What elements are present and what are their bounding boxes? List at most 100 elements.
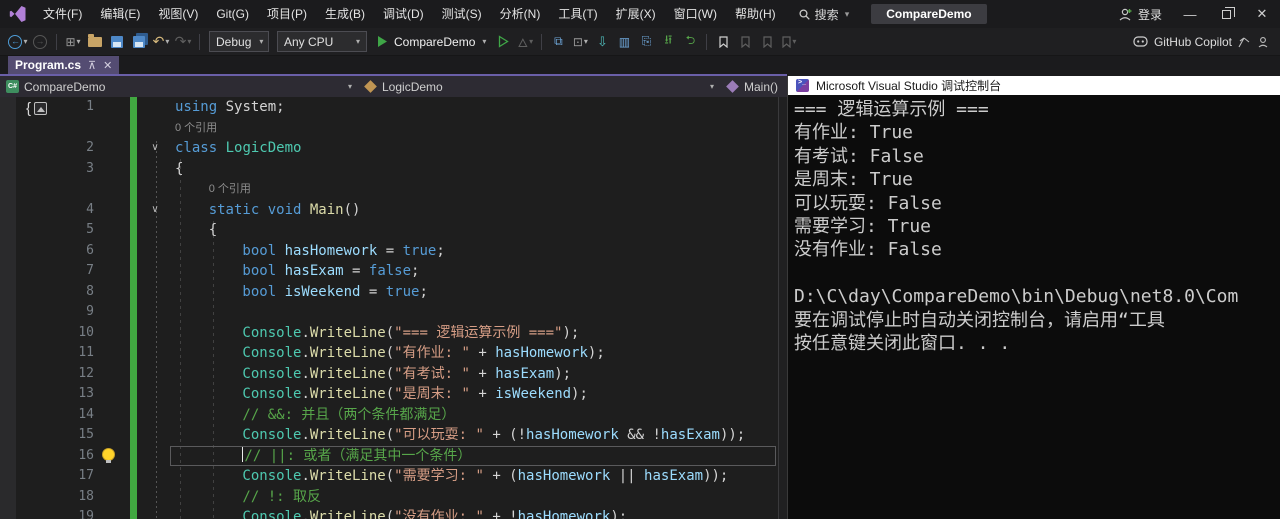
line-number: 15 — [78, 427, 94, 442]
code-line[interactable]: 7 bool hasExam = false; — [0, 261, 778, 282]
code-outline-brace-icon[interactable]: { — [26, 100, 48, 117]
code-line[interactable]: 9 — [0, 302, 778, 323]
minimize-button[interactable]: — — [1172, 0, 1208, 28]
navigate-forward-button[interactable]: → — [30, 31, 50, 53]
line-number: 18 — [78, 488, 94, 504]
code-line[interactable]: 18 // !: 取反 — [0, 487, 778, 508]
menu-item[interactable]: 编辑(E) — [91, 0, 149, 28]
line-number: 10 — [78, 324, 94, 340]
signin-label: 登录 — [1137, 7, 1162, 22]
solution-explorer-sync-button[interactable]: ⊡ ▾ — [570, 31, 590, 53]
code-line[interactable]: 15 Console.WriteLine("可以玩耍: " + (!hasHome… — [0, 425, 778, 446]
signin-button[interactable]: 登录 — [1109, 0, 1172, 28]
code-line[interactable]: 10 Console.WriteLine("=== 逻辑运算示例 ==="); — [0, 323, 778, 344]
code-line[interactable]: 4 ∨ static void Main() — [0, 200, 778, 221]
menu-item[interactable]: 测试(S) — [433, 0, 491, 28]
toggle-bookmark-button[interactable] — [713, 31, 733, 53]
console-title-bar[interactable]: Microsoft Visual Studio 调试控制台 — [788, 76, 1280, 95]
pin-tab-icon[interactable]: ⊼ — [88, 59, 96, 72]
code-line[interactable]: 8 bool isWeekend = true; — [0, 282, 778, 303]
breadcrumb-project-dropdown[interactable]: C# CompareDemo ▾ — [0, 76, 358, 97]
codelens-row[interactable]: 0 个引用 — [0, 118, 778, 139]
code-line[interactable]: 12 Console.WriteLine("有考试: " + hasExam); — [0, 364, 778, 385]
send-feedback-icon — [1238, 37, 1250, 47]
menu-item[interactable]: 视图(V) — [149, 0, 207, 28]
codelens-row[interactable]: 0 个引用 — [0, 179, 778, 200]
line-number: 5 — [86, 222, 94, 237]
code-line[interactable]: 16 // ||: 或者（满足其中一个条件） — [0, 445, 778, 466]
toolbar-separator — [541, 33, 543, 50]
method-icon — [726, 80, 739, 93]
menu-item[interactable]: 生成(B) — [316, 0, 374, 28]
open-file-button[interactable] — [85, 31, 105, 53]
copy-document-button[interactable]: ⎘ — [636, 31, 656, 53]
run-outline-icon — [498, 35, 509, 48]
start-debugging-button[interactable]: CompareDemo ▾ — [371, 35, 492, 49]
codelens-references[interactable]: 0 个引用 — [209, 179, 251, 200]
save-button[interactable] — [107, 31, 127, 53]
console-line: D:\C\day\CompareDemo\bin\Debug\net8.0\Co… — [794, 286, 1239, 308]
navigate-back-button[interactable]: ← ▾ — [8, 31, 28, 53]
restore-button[interactable] — [1208, 0, 1244, 28]
menu-item[interactable]: Git(G) — [207, 0, 258, 28]
code-line[interactable]: 13 Console.WriteLine("是周末: " + isWeekend)… — [0, 384, 778, 405]
code-line[interactable]: 19 Console.WriteLine("没有作业: " + !hasHomew… — [0, 507, 778, 519]
code-text: Console.WriteLine("=== 逻辑运算示例 ==="); — [242, 324, 580, 341]
step-over-button[interactable]: ⮌ — [680, 31, 700, 53]
menu-item[interactable]: 扩展(X) — [607, 0, 665, 28]
menu-item[interactable]: 工具(T) — [549, 0, 606, 28]
fold-chevron-icon[interactable]: ∨ — [146, 200, 164, 221]
code-line[interactable]: 17 Console.WriteLine("需要学习: " + (hasHomew… — [0, 466, 778, 487]
code-line[interactable]: 5{ — [0, 220, 778, 241]
undo-button[interactable]: ↶ ▾ — [151, 31, 171, 53]
tab-program-cs[interactable]: Program.cs ⊼ ✕ — [8, 56, 120, 74]
breadcrumb-type-dropdown[interactable]: LogicDemo ▾ — [358, 76, 720, 97]
editor-rows: 1 using System; 0 个引用 2 ∨ class LogicDemo 3{0 … — [0, 97, 778, 519]
code-line[interactable]: 14 // &&: 并且（两个条件都满足） — [0, 405, 778, 426]
code-line[interactable]: 2 ∨ class LogicDemo — [0, 138, 778, 159]
codelens-references[interactable]: 0 个引用 — [175, 118, 217, 139]
clear-bookmarks-button[interactable]: ▾ — [779, 31, 799, 53]
next-bookmark-button[interactable] — [757, 31, 777, 53]
prev-bookmark-button[interactable] — [735, 31, 755, 53]
step-into-button[interactable]: ⭿ — [658, 31, 678, 53]
line-number: 3 — [86, 160, 94, 176]
code-editor[interactable]: { 1 using System; 0 个引用 2 ∨ class LogicDemo 3{… — [0, 97, 787, 519]
code-line[interactable]: 11 Console.WriteLine("有作业: " + hasHomewor… — [0, 343, 778, 364]
menu-item[interactable]: 项目(P) — [258, 0, 316, 28]
solution-configuration-dropdown[interactable]: Debug ▾ — [209, 31, 269, 52]
close-button[interactable]: ✕ — [1244, 0, 1280, 28]
code-text: { — [208, 222, 218, 238]
editor-vertical-scrollbar[interactable] — [778, 97, 787, 519]
breadcrumb-member-dropdown[interactable]: Main() — [720, 76, 787, 97]
menu-item[interactable]: 分析(N) — [491, 0, 550, 28]
find-in-files-button[interactable]: ⧉ — [548, 31, 568, 53]
menu-item[interactable]: 文件(F) — [34, 0, 91, 28]
navigate-down-button[interactable]: ⇩ — [592, 31, 612, 53]
github-copilot-button[interactable]: GitHub Copilot — [1133, 35, 1280, 49]
code-line[interactable]: 3{ — [0, 159, 778, 180]
start-without-debugging-button[interactable] — [493, 31, 513, 53]
solution-platform-dropdown[interactable]: Any CPU ▾ — [277, 31, 367, 52]
code-text: Console.WriteLine("是周末: " + isWeekend); — [242, 386, 588, 402]
code-line[interactable]: 6 bool hasHomework = true; — [0, 241, 778, 262]
code-text: static void Main() — [208, 201, 361, 218]
menu-item[interactable]: 调试(D) — [374, 0, 433, 28]
new-project-button[interactable]: ⊞ ▾ — [63, 31, 83, 53]
menu-item[interactable]: 帮助(H) — [726, 0, 785, 28]
save-all-button[interactable] — [129, 31, 149, 53]
show-output-button[interactable]: ▥ — [614, 31, 634, 53]
console-line: 要在调试停止时自动关闭控制台，请启用“工具 — [794, 309, 1165, 331]
hot-reload-button[interactable]: 🜂 ▾ — [515, 31, 535, 53]
visual-studio-logo-icon — [9, 6, 26, 22]
console-line: === 逻辑运算示例 === — [794, 99, 989, 120]
lightbulb-icon[interactable] — [103, 448, 114, 463]
code-line[interactable]: 1 using System; — [0, 97, 778, 118]
redo-button[interactable]: ↷ ▾ — [173, 31, 193, 53]
search-box[interactable]: 搜索 ▾ — [799, 6, 849, 23]
undo-icon: ↶ — [152, 33, 165, 49]
close-tab-icon[interactable]: ✕ — [103, 59, 112, 72]
code-text: bool isWeekend = true; — [242, 283, 428, 300]
fold-chevron-icon[interactable]: ∨ — [146, 138, 164, 159]
menu-item[interactable]: 窗口(W) — [665, 0, 726, 28]
